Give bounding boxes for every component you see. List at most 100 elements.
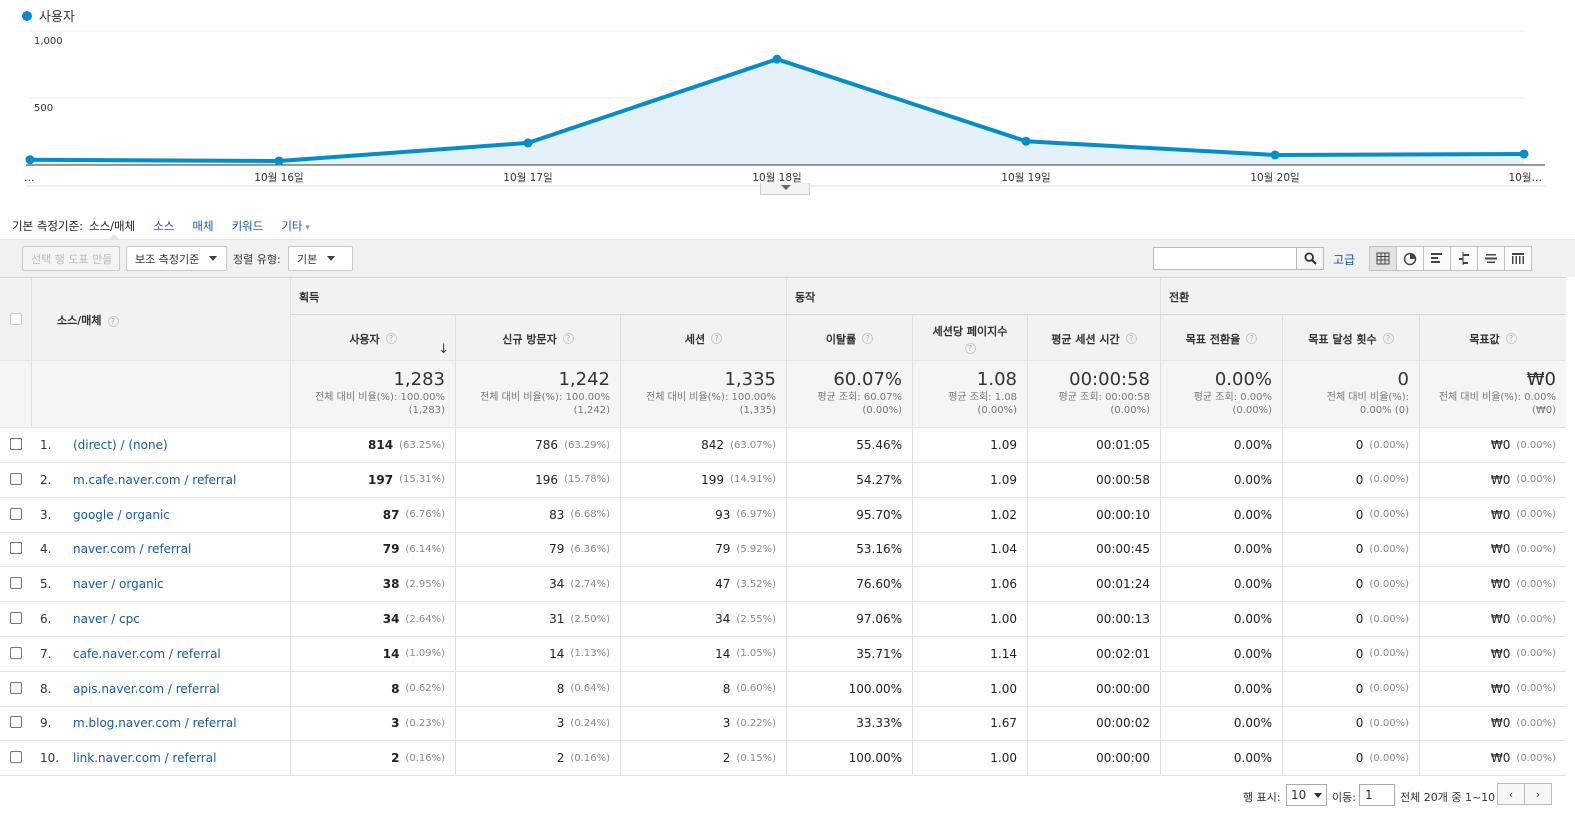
data-point[interactable] [274, 156, 284, 166]
data-point[interactable] [1270, 150, 1280, 160]
total-subtext-line: (0.00%) [862, 404, 902, 416]
total-subtext-line: 전체 대비 비율(%): 0.00% [1438, 392, 1556, 403]
view-comparison-button[interactable] [1450, 246, 1478, 271]
column-header-pages-per-session[interactable]: 세션당 페이지수? [913, 315, 1028, 362]
source-medium-link[interactable]: m.blog.naver.com / referral [73, 706, 237, 740]
data-point[interactable] [523, 138, 533, 148]
help-icon[interactable]: ? [1246, 333, 1258, 344]
search-button[interactable] [1296, 247, 1324, 270]
help-icon[interactable]: ? [107, 316, 119, 327]
column-header-avg-session-duration[interactable]: 평균 세션 시간? [1028, 315, 1161, 362]
column-header-goal-value[interactable]: 목표값? [1420, 315, 1566, 362]
row-checkbox[interactable] [10, 542, 22, 555]
row-checkbox[interactable] [10, 681, 22, 694]
column-header-goal-conversion-rate[interactable]: 목표 전환율? [1161, 315, 1283, 362]
cell-percent: (0.00%) [1516, 613, 1556, 625]
source-medium-link[interactable]: apis.naver.com / referral [73, 672, 220, 706]
source-medium-link[interactable]: (direct) / (none) [73, 428, 168, 462]
column-header-new-visitors[interactable]: 신규 방문자? [456, 315, 621, 362]
source-medium-link[interactable]: naver / cpc [73, 602, 140, 636]
cell-value: 0.00% [1233, 681, 1272, 696]
row-checkbox[interactable] [10, 472, 22, 485]
cell-value: 1.04 [990, 542, 1017, 557]
goto-page-input[interactable]: 1 [1359, 784, 1395, 806]
table-search-input[interactable] [1153, 247, 1297, 270]
help-icon[interactable]: ? [385, 333, 397, 344]
cell-content: 79 (6.36%) [549, 532, 610, 566]
help-icon[interactable]: ? [964, 343, 976, 354]
help-icon[interactable]: ? [1505, 333, 1517, 344]
secondary-dimension-dropdown[interactable]: 보조 측정기준 [126, 246, 227, 271]
source-medium-link[interactable]: link.naver.com / referral [73, 741, 216, 775]
column-header-bounce-rate[interactable]: 이탈률? [787, 315, 913, 362]
help-icon[interactable]: ? [1382, 333, 1394, 344]
sort-type-dropdown[interactable]: 기본 [288, 246, 353, 271]
row-checkbox-cell [0, 567, 32, 601]
row-checkbox-cell [0, 463, 32, 497]
source-medium-link[interactable]: naver / organic [73, 567, 164, 601]
cell-goal-conversion-rate: 0.00% [1161, 532, 1283, 567]
cell-value: 00:00:00 [1096, 751, 1150, 766]
cell-content: 1.09 [990, 428, 1017, 462]
data-point[interactable] [1021, 136, 1031, 146]
view-pie-button[interactable] [1396, 246, 1424, 271]
dimension-header[interactable]: 소스/매체? [32, 278, 291, 360]
chart-collapse-handle[interactable] [760, 183, 810, 195]
cell-value: 0.00% [1233, 716, 1272, 731]
dimension-medium[interactable]: 매체 [192, 218, 213, 234]
group-conversion-label: 전환 [1169, 291, 1190, 304]
cell-content: ₩0 (0.00%) [1491, 637, 1556, 671]
help-icon[interactable]: ? [1125, 333, 1137, 344]
next-page-button[interactable]: › [1524, 783, 1552, 805]
totals-blank-cell [0, 361, 32, 427]
column-header-sessions[interactable]: 세션? [621, 315, 787, 362]
cell-value: 0 [1355, 681, 1364, 696]
help-icon[interactable]: ? [562, 333, 574, 344]
row-checkbox[interactable] [10, 716, 22, 729]
row-checkbox[interactable] [10, 577, 22, 590]
row-checkbox[interactable] [10, 438, 22, 450]
cell-content: 0.00% [1234, 567, 1272, 601]
chevron-left-icon: ‹ [1508, 787, 1514, 801]
row-checkbox[interactable] [10, 751, 22, 764]
help-icon[interactable]: ? [711, 333, 723, 344]
rows-per-page-select[interactable]: 10 [1286, 784, 1327, 806]
total-subtext-line: 평균 조회: 60.07% [817, 392, 902, 403]
prev-page-button[interactable]: ‹ [1497, 783, 1525, 805]
view-term-cloud-button[interactable] [1477, 246, 1505, 271]
dimension-keyword[interactable]: 키워드 [232, 218, 264, 234]
cell-sessions: 14 (1.05%) [621, 636, 787, 671]
cell-pages-per-session: 1.00 [913, 602, 1028, 636]
cell-value: 196 [535, 472, 559, 487]
dimension-source[interactable]: 소스 [153, 218, 174, 234]
sort-desc-arrow-icon[interactable]: ↓ [438, 342, 449, 357]
help-icon[interactable]: ? [862, 333, 874, 344]
select-all-checkbox[interactable] [10, 313, 22, 325]
total-subtext: 전체 대비 비율(%): 0.00% (0) [1327, 392, 1409, 417]
cell-value: 35.71% [856, 646, 902, 661]
view-pivot-button[interactable] [1504, 246, 1532, 271]
source-medium-link[interactable]: naver.com / referral [73, 532, 191, 566]
dimension-other-dropdown[interactable]: 기타 [281, 218, 310, 234]
advanced-filter-link[interactable]: 고급 [1333, 251, 1355, 268]
view-table-button[interactable] [1369, 246, 1397, 271]
column-header-users[interactable]: 사용자? ↓ [291, 315, 456, 362]
cell-goal-conversion-rate: 0.00% [1161, 706, 1283, 741]
row-checkbox[interactable] [10, 612, 22, 624]
total-value: 0.00% [1214, 369, 1272, 390]
cell-value: 14 [549, 646, 565, 661]
group-acquisition: 획득 [291, 278, 787, 315]
source-medium-link[interactable]: m.cafe.naver.com / referral [73, 463, 236, 497]
column-header-goal-completions[interactable]: 목표 달성 횟수? [1283, 315, 1420, 362]
data-point[interactable] [772, 54, 782, 64]
cell-value: ₩0 [1490, 507, 1511, 522]
row-checkbox[interactable] [10, 507, 22, 520]
source-medium-link[interactable]: cafe.naver.com / referral [73, 637, 221, 671]
data-point[interactable] [1519, 149, 1529, 159]
source-medium-link[interactable]: google / organic [73, 498, 170, 532]
cell-value: 34 [715, 612, 731, 626]
view-performance-button[interactable] [1423, 246, 1451, 271]
plot-rows-button[interactable]: 선택 행 도표 만들기 [22, 246, 120, 271]
row-checkbox[interactable] [10, 646, 22, 659]
data-point[interactable] [25, 155, 35, 165]
